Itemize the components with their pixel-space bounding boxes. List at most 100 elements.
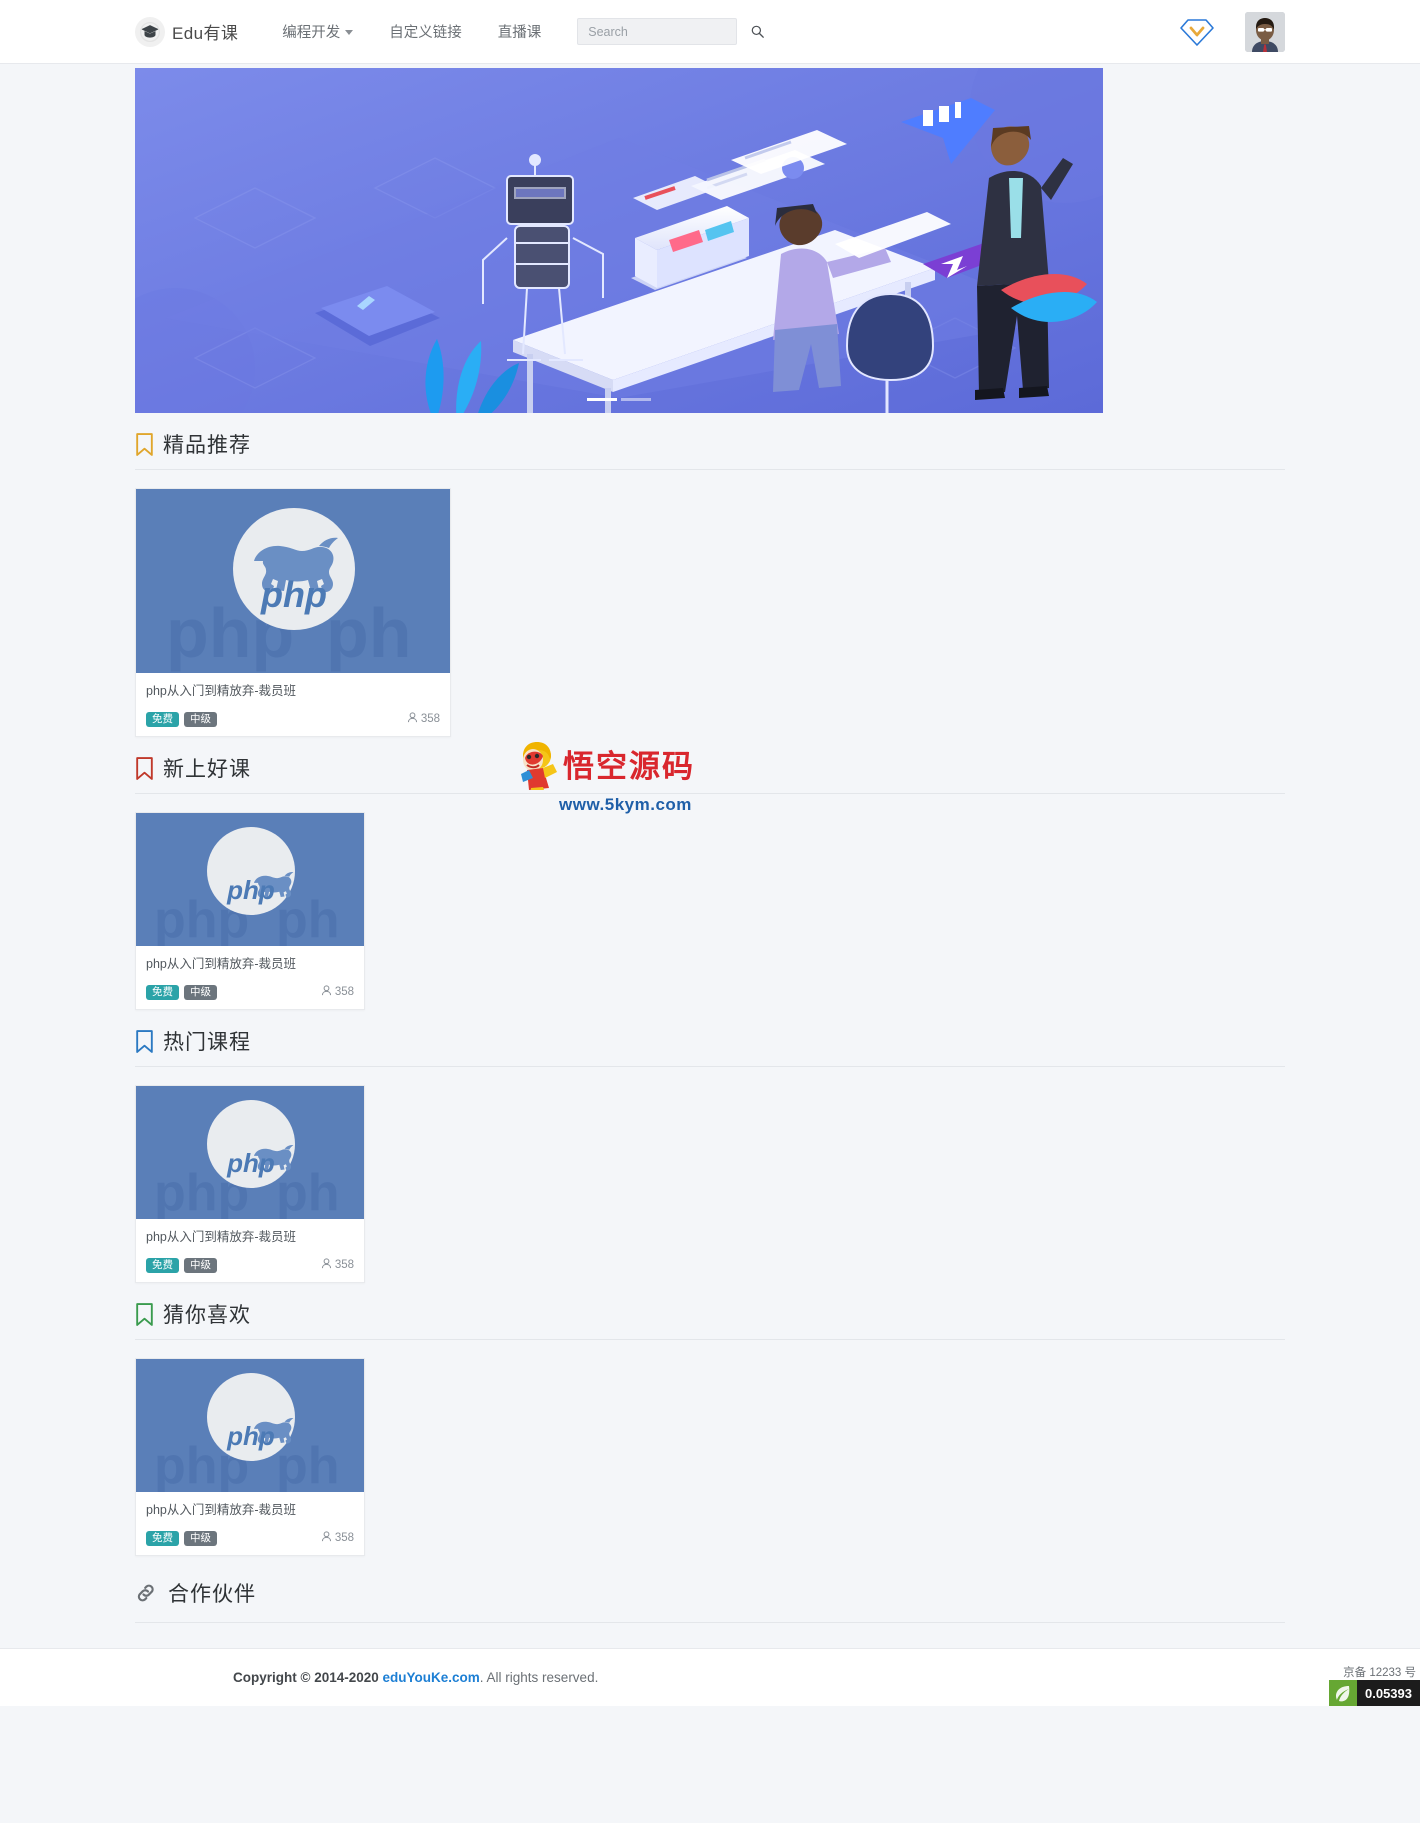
badge-free: 免费 [146, 984, 179, 1000]
svg-text:php: php [226, 1148, 275, 1178]
course-list-newest: php ph php php从入门到精放弃-裁员班 免费 中级 358 [135, 812, 1285, 1010]
section-header-hot: 热门课程 [135, 1010, 1285, 1067]
badge-level: 中级 [184, 711, 217, 727]
course-thumbnail: php ph php [136, 489, 450, 673]
graduation-cap-icon [135, 16, 165, 47]
course-views: 358 [321, 985, 354, 999]
nav-link-live[interactable]: 直播课 [480, 21, 560, 42]
course-title: php从入门到精放弃-裁员班 [146, 1503, 297, 1517]
svg-text:ph: ph [276, 891, 340, 946]
svg-text:ph: ph [276, 1437, 340, 1492]
brand-name: Edu有课 [172, 24, 239, 43]
section-title: 热门课程 [163, 1030, 251, 1054]
link-chain-icon [135, 1582, 157, 1604]
course-list-guess: php ph php php从入门到精放弃-裁员班 免费 中级 358 [135, 1358, 1285, 1556]
course-card[interactable]: php ph php php从入门到精放弃-裁员班 免费 中级 358 [135, 1085, 365, 1283]
section-title: 猜你喜欢 [163, 1303, 251, 1327]
search-icon[interactable] [751, 25, 765, 38]
badge-level: 中级 [184, 1257, 217, 1273]
svg-text:php: php [226, 1421, 275, 1451]
course-views-count: 358 [420, 713, 440, 726]
hero-illustration [135, 68, 1103, 413]
course-list-hot: php ph php php从入门到精放弃-裁员班 免费 中级 358 [135, 1085, 1285, 1283]
course-title: php从入门到精放弃-裁员班 [146, 684, 297, 698]
course-meta: 免费 中级 358 [146, 1257, 354, 1273]
badge-level: 中级 [184, 1530, 217, 1546]
top-navbar: Edu有课 编程开发 自定义链接 直播课 [0, 0, 1420, 64]
bookmark-icon [135, 432, 154, 456]
course-views-count: 358 [334, 1259, 354, 1272]
vip-diamond-icon[interactable] [1179, 16, 1215, 48]
main-nav: 编程开发 自定义链接 直播课 [264, 21, 559, 42]
course-meta: 免费 中级 358 [146, 984, 354, 1000]
user-icon [407, 712, 418, 726]
nav-link-label: 直播课 [497, 25, 542, 41]
copyright-text: Copyright © 2014-2020 eduYouKe.com. All … [233, 1670, 598, 1685]
svg-text:php: php [260, 574, 327, 615]
course-card[interactable]: php ph php php从入门到精放弃-裁员班 免费 中级 358 [135, 812, 365, 1010]
svg-text:ph: ph [276, 1164, 340, 1219]
course-meta: 免费 中级 358 [146, 1530, 354, 1546]
carousel-indicator-1[interactable] [587, 398, 617, 401]
nav-link-programming[interactable]: 编程开发 [264, 21, 371, 42]
section-header-featured: 精品推荐 [135, 413, 1285, 470]
carousel-indicator-2[interactable] [621, 398, 651, 401]
page-footer: Copyright © 2014-2020 eduYouKe.com. All … [0, 1648, 1420, 1706]
bookmark-icon [135, 1029, 154, 1053]
course-views: 358 [321, 1531, 354, 1545]
course-title: php从入门到精放弃-裁员班 [146, 1230, 297, 1244]
chevron-down-icon [345, 30, 354, 35]
badge-level: 中级 [184, 984, 217, 1000]
badge-free: 免费 [146, 1530, 179, 1546]
section-header-partners: 合作伙伴 [135, 1556, 1285, 1623]
badge-free: 免费 [146, 711, 179, 727]
bookmark-icon [135, 1302, 154, 1326]
hero-carousel[interactable] [135, 68, 1103, 413]
brand-logo-link[interactable]: Edu有课 [135, 16, 239, 47]
debug-render-time-bar[interactable]: 0.05393 [1329, 1680, 1420, 1706]
user-icon [321, 985, 332, 999]
search-input[interactable] [586, 19, 752, 44]
course-card-body: php从入门到精放弃-裁员班 免费 中级 358 [136, 673, 450, 736]
copyright-suffix: . All rights reserved. [479, 1669, 599, 1685]
course-thumbnail: php ph php [136, 813, 364, 946]
section-title: 新上好课 [163, 757, 251, 781]
nav-link-label: 编程开发 [282, 25, 341, 41]
section-title: 合作伙伴 [168, 1582, 256, 1606]
course-card[interactable]: php ph php php从入门到精放弃-裁员班 免费 中级 358 [135, 1358, 365, 1556]
section-header-guess: 猜你喜欢 [135, 1283, 1285, 1340]
user-icon [321, 1531, 332, 1545]
user-icon [321, 1258, 332, 1272]
nav-link-custom[interactable]: 自定义链接 [371, 21, 480, 42]
course-card-body: php从入门到精放弃-裁员班 免费 中级 358 [136, 1219, 364, 1282]
course-views: 358 [321, 1258, 354, 1272]
bookmark-icon [135, 756, 154, 780]
course-views-count: 358 [334, 1532, 354, 1545]
course-list-featured: php ph php php从入门到精放弃-裁员班 免费 中级 358 [135, 488, 1285, 737]
carousel-indicators[interactable] [135, 398, 1103, 401]
navbar-right-actions [1179, 0, 1285, 63]
leaf-icon [1329, 1680, 1357, 1706]
course-card[interactable]: php ph php php从入门到精放弃-裁员班 免费 中级 358 [135, 488, 451, 737]
search-box[interactable] [577, 18, 765, 45]
copyright-prefix: Copyright © 2014-2020 [233, 1669, 383, 1685]
site-link[interactable]: eduYouKe.com [383, 1670, 480, 1685]
badge-free: 免费 [146, 1257, 179, 1273]
course-card-body: php从入门到精放弃-裁员班 免费 中级 358 [136, 946, 364, 1009]
page-content: 精品推荐 php ph php php从入门到精放弃-裁员班 免费 中级 358… [0, 68, 1420, 1623]
icp-record-text: 京备 12233 号 [1343, 1667, 1416, 1679]
svg-text:php: php [226, 875, 275, 905]
section-title: 精品推荐 [163, 433, 251, 457]
course-thumbnail: php ph php [136, 1359, 364, 1492]
course-title: php从入门到精放弃-裁员班 [146, 957, 297, 971]
debug-render-time: 0.05393 [1357, 1680, 1420, 1706]
section-header-newest: 新上好课 [135, 737, 1285, 794]
nav-link-label: 自定义链接 [389, 25, 462, 41]
footer-inner: Copyright © 2014-2020 eduYouKe.com. All … [0, 1669, 598, 1687]
user-avatar[interactable] [1245, 11, 1285, 52]
course-thumbnail: php ph php [136, 1086, 364, 1219]
course-card-body: php从入门到精放弃-裁员班 免费 中级 358 [136, 1492, 364, 1555]
course-views: 358 [407, 712, 440, 726]
course-meta: 免费 中级 358 [146, 711, 440, 727]
course-views-count: 358 [334, 986, 354, 999]
